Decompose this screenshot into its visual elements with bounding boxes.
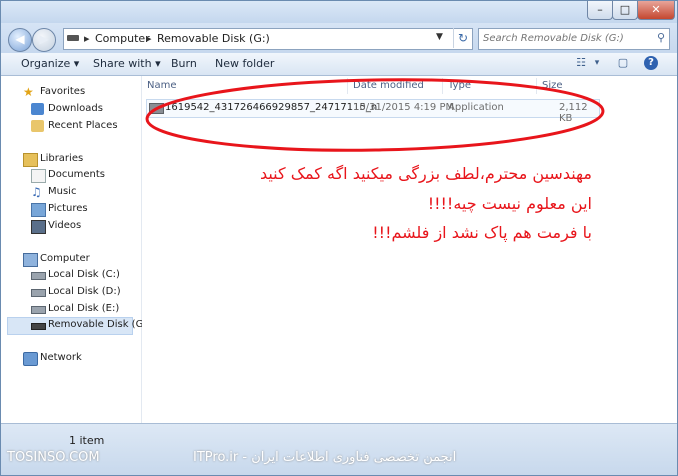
forward-button[interactable]: ▶ (32, 28, 56, 52)
removable-drive-icon (31, 323, 46, 330)
status-bar: 1 item TOSINSO.COM ITPro.ir - انجمن تخصص… (1, 423, 677, 475)
breadcrumb-computer[interactable]: Computer (95, 32, 150, 45)
organize-button[interactable]: Organize ▾ (21, 57, 79, 70)
network-icon (23, 352, 38, 366)
drive-icon (31, 289, 46, 297)
drive-icon (31, 272, 46, 280)
view-icon[interactable]: ☷ (573, 56, 589, 70)
navigation-pane: ★ Favorites Downloads Recent Places Libr… (1, 76, 151, 423)
minimize-button[interactable]: – (587, 1, 613, 20)
breadcrumb-removable-disk[interactable]: Removable Disk (G:) (157, 32, 270, 45)
videos-icon (31, 220, 46, 234)
drive-icon (31, 306, 46, 314)
item-count: 1 item (69, 434, 105, 447)
address-separator: ▸ (84, 32, 90, 45)
address-bar[interactable]: ▸ Computer ▸ Removable Disk (G:) ▼ (63, 28, 473, 50)
address-dropdown-icon[interactable]: ▼ (436, 32, 443, 42)
close-button[interactable]: ✕ (637, 1, 675, 20)
file-list: Name Date modified Type Size 1619542_431… (142, 76, 677, 423)
view-dropdown-icon[interactable]: ▾ (589, 56, 605, 70)
computer-icon (23, 253, 38, 267)
music-icon: ♫ (31, 185, 42, 199)
refresh-icon: ↻ (457, 31, 469, 45)
red-circle-annotation (145, 78, 605, 152)
title-bar: – □ ✕ (1, 1, 677, 23)
maximize-button[interactable]: □ (612, 1, 638, 20)
downloads-icon (31, 103, 44, 115)
watermark-tosinso: TOSINSO.COM (7, 450, 100, 465)
back-button[interactable]: ◀ (8, 28, 32, 52)
new-folder-button[interactable]: New folder (215, 57, 274, 70)
command-bar: Organize ▾ Share with ▾ Burn New folder … (1, 53, 677, 76)
search-box[interactable]: ⚲ (478, 28, 670, 50)
star-icon: ★ (23, 85, 34, 99)
watermark-itpro: ITPro.ir - انجمن تخصصی فناوری اطلاعات ای… (193, 450, 457, 465)
address-separator: ▸ (146, 32, 152, 45)
refresh-button[interactable]: ↻ (453, 28, 472, 48)
help-icon[interactable]: ? (644, 56, 658, 70)
annotation-line-3: با فرمت هم پاک نشد از فلشم!!! (372, 223, 592, 242)
explorer-window: – □ ✕ ◀ ▶ ▸ Computer ▸ Removable Disk (G… (0, 0, 678, 476)
libraries-icon (23, 153, 38, 167)
documents-icon (31, 169, 46, 183)
nav-item-removable-disk-g[interactable]: Removable Disk (G:) (7, 317, 151, 335)
annotation-line-1: مهندسین محترم،لطف بزرگی میکنید اگه کمک ک… (259, 164, 592, 183)
drive-icon (67, 35, 79, 41)
share-with-button[interactable]: Share with ▾ (93, 57, 161, 70)
search-input[interactable] (483, 31, 643, 45)
burn-button[interactable]: Burn (171, 57, 197, 70)
preview-pane-icon[interactable]: ▢ (615, 56, 631, 70)
address-row: ◀ ▶ ▸ Computer ▸ Removable Disk (G:) ▼ ↻… (1, 23, 677, 53)
search-icon[interactable]: ⚲ (657, 31, 665, 44)
recent-places-icon (31, 120, 44, 132)
annotation-line-2: این معلوم نیست چیه!!!! (427, 194, 592, 213)
forward-arrow-icon: ▶ (39, 32, 49, 46)
back-arrow-icon: ◀ (15, 32, 25, 46)
pictures-icon (31, 203, 46, 217)
